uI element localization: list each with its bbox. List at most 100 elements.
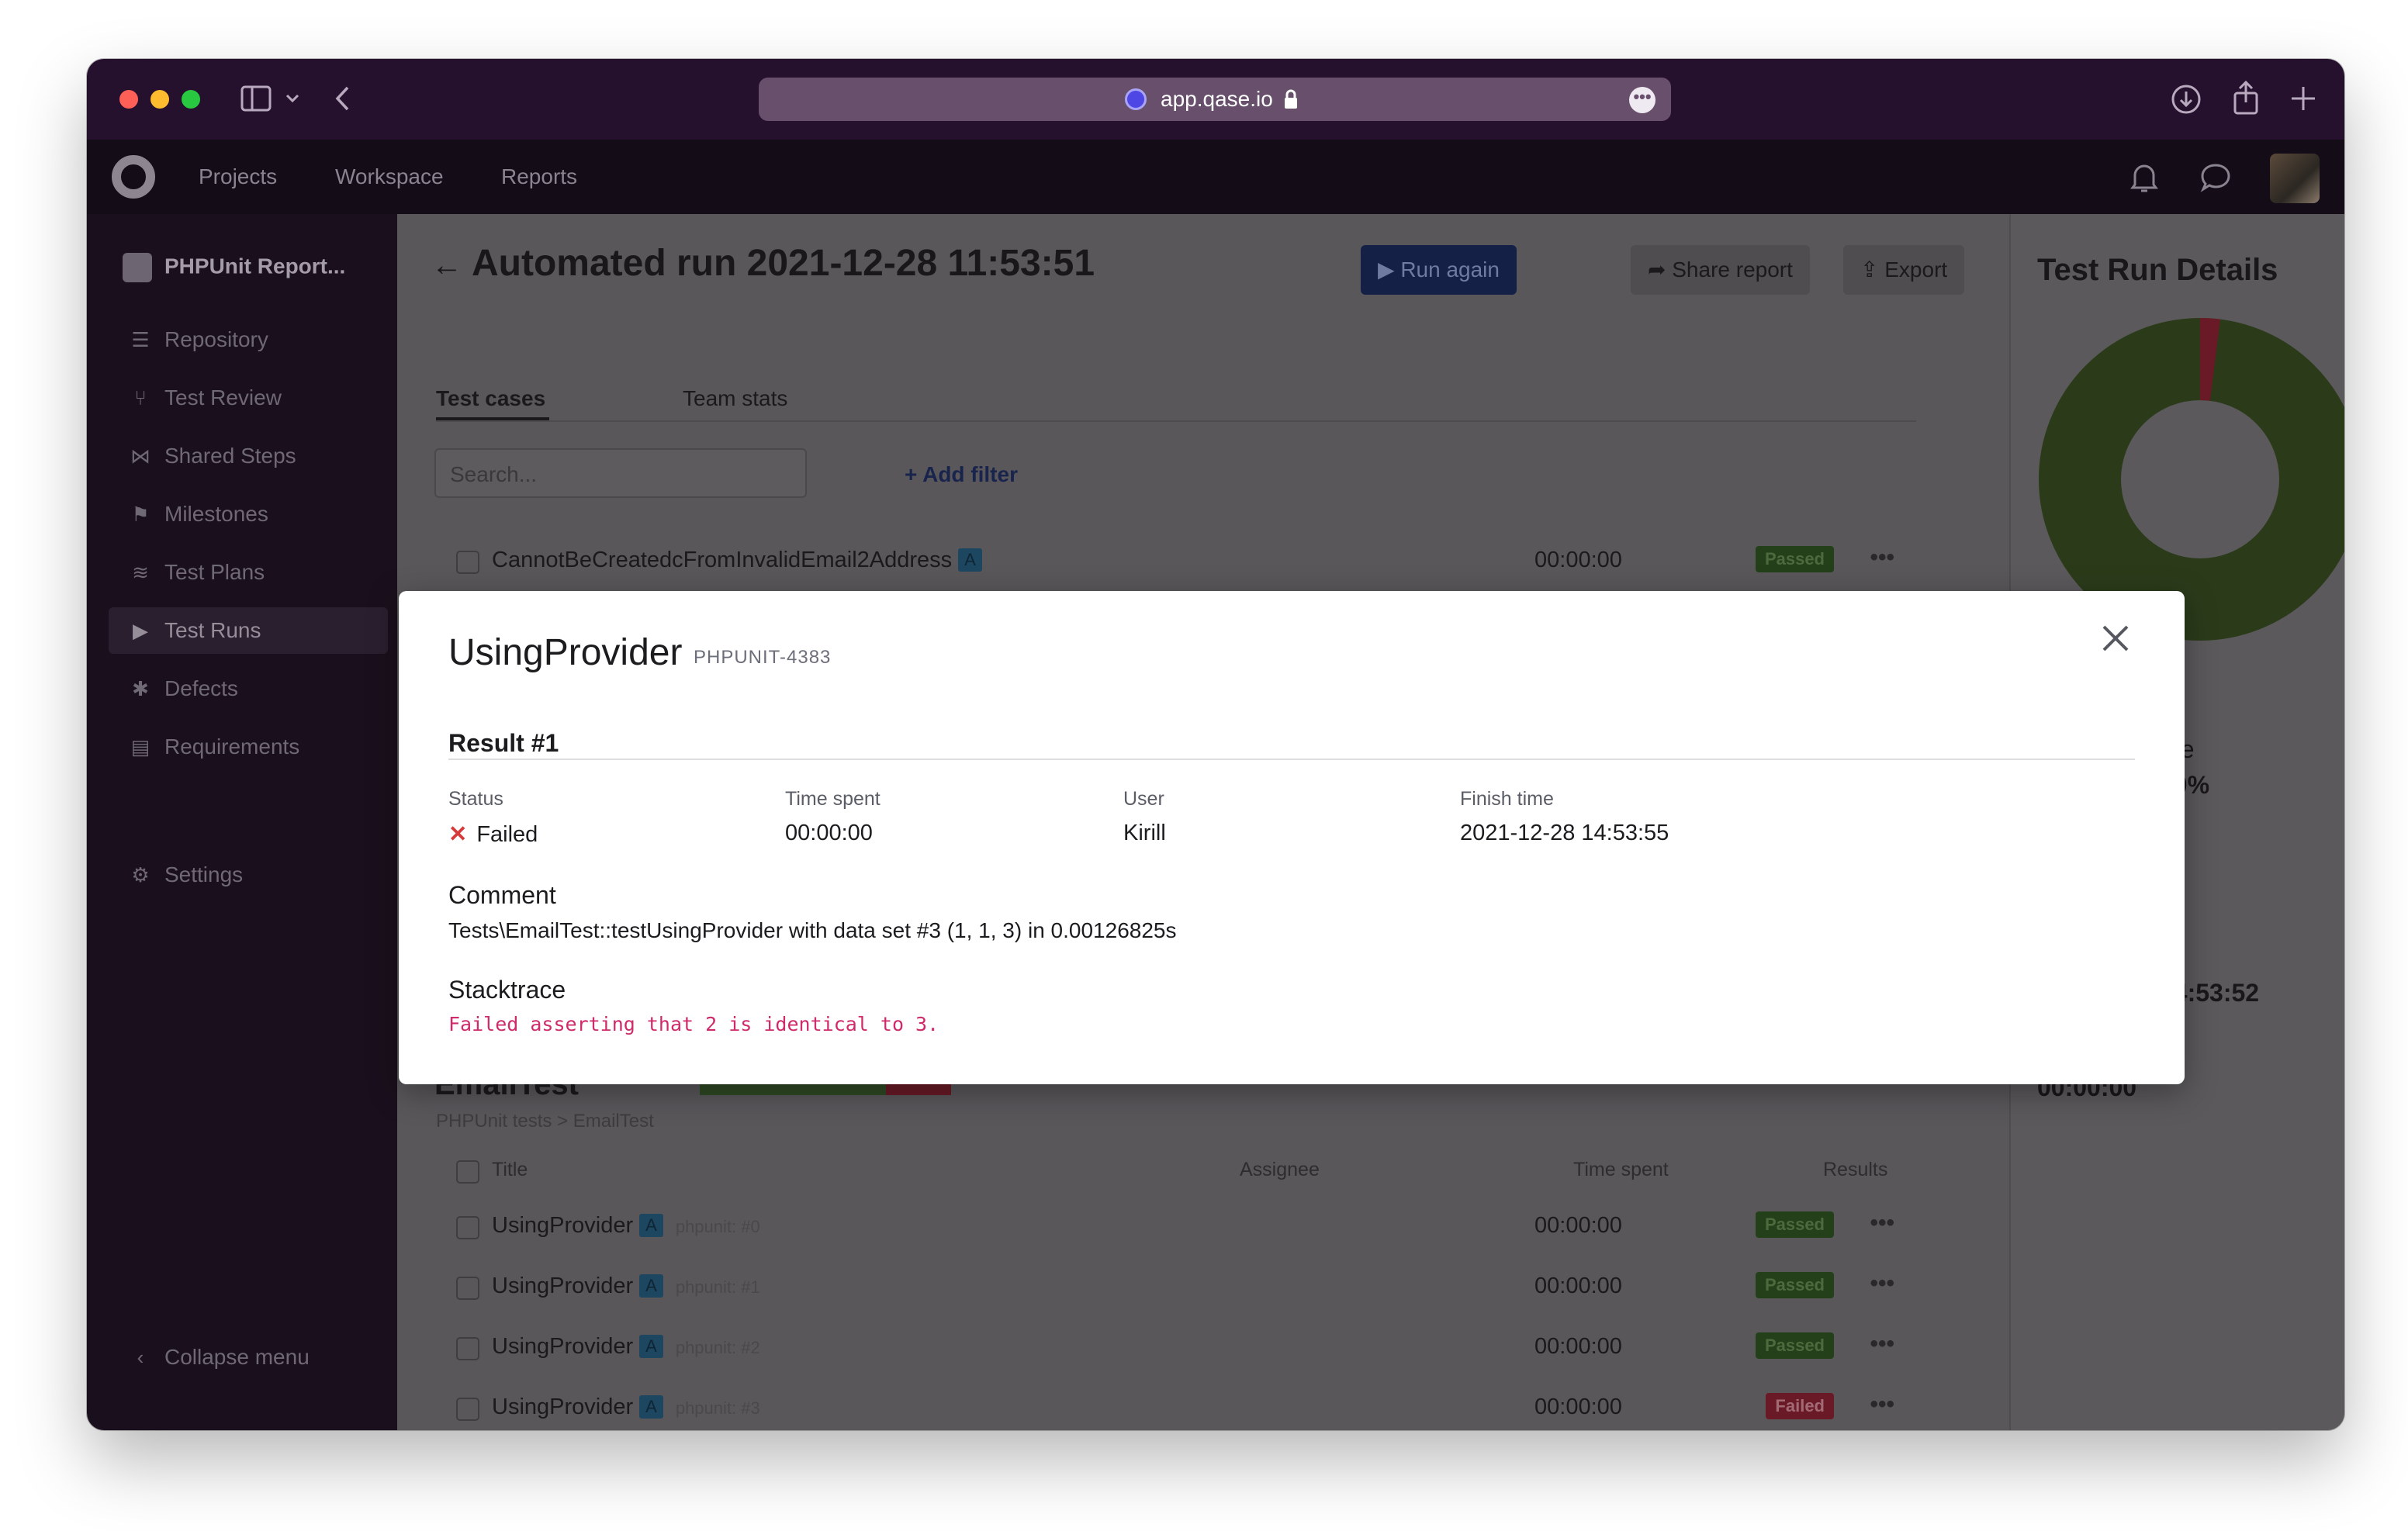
chat-icon[interactable] bbox=[2200, 163, 2231, 192]
status-badge: Passed bbox=[1755, 1332, 1834, 1359]
row-checkbox[interactable] bbox=[456, 1337, 479, 1360]
qase-logo[interactable] bbox=[112, 155, 155, 199]
search-placeholder: Search... bbox=[450, 462, 538, 486]
bug-icon: ✱ bbox=[132, 677, 149, 700]
collapse-menu-label: Collapse menu bbox=[164, 1345, 310, 1369]
share-report-button[interactable]: ➦ Share report bbox=[1631, 245, 1810, 295]
site-icon bbox=[1125, 88, 1147, 110]
row-checkbox[interactable] bbox=[456, 1398, 479, 1421]
select-all-checkbox[interactable] bbox=[456, 1160, 479, 1184]
table-row[interactable]: UsingProvider Aphpunit: #0 00:00:00 Passe… bbox=[436, 1199, 1925, 1260]
nav-workspace[interactable]: Workspace bbox=[335, 164, 444, 189]
row-menu-icon[interactable]: ••• bbox=[1870, 1210, 1894, 1236]
row-title[interactable]: CannotBeCreatedcFromInvalidEmail2Address… bbox=[492, 548, 982, 573]
more-icon[interactable]: ••• bbox=[1629, 87, 1656, 113]
sidebar-item-milestones[interactable]: ⚑ Milestones bbox=[109, 491, 388, 537]
chevron-down-icon[interactable] bbox=[285, 93, 299, 104]
bell-icon[interactable] bbox=[2130, 161, 2158, 192]
sidebar-item-shared-steps[interactable]: ⋈ Shared Steps bbox=[109, 433, 388, 479]
sidebar-item-test-runs[interactable]: ▶ Test Runs bbox=[109, 607, 388, 654]
row-subtitle: phpunit: #0 bbox=[675, 1217, 760, 1236]
project-selector[interactable]: PHPUnit Report... bbox=[123, 253, 345, 282]
sidebar-item-label: Test Review bbox=[164, 385, 282, 410]
branch-icon: ⑂ bbox=[134, 386, 147, 410]
row-menu-icon[interactable]: ••• bbox=[1870, 1270, 1894, 1297]
automation-badge: A bbox=[639, 1395, 663, 1419]
row-checkbox[interactable] bbox=[456, 1216, 479, 1239]
user-label: User bbox=[1123, 788, 1164, 810]
sidebar-item-settings[interactable]: ⚙ Settings bbox=[109, 852, 388, 898]
row-title[interactable]: UsingProvider Aphpunit: #1 bbox=[492, 1274, 760, 1299]
sidebar-item-test-plans[interactable]: ≋ Test Plans bbox=[109, 549, 388, 596]
row-checkbox[interactable] bbox=[456, 1277, 479, 1300]
app-top-nav: Projects Workspace Reports bbox=[87, 140, 2344, 214]
row-menu-icon[interactable]: ••• bbox=[1870, 1391, 1894, 1418]
collapse-menu-button[interactable]: ‹ Collapse menu bbox=[109, 1334, 388, 1381]
sidebar-item-label: Repository bbox=[164, 327, 268, 351]
row-title[interactable]: UsingProvider Aphpunit: #2 bbox=[492, 1334, 760, 1360]
nav-projects[interactable]: Projects bbox=[199, 164, 277, 189]
table-row[interactable]: UsingProvider Aphpunit: #1 00:00:00 Passe… bbox=[436, 1260, 1925, 1320]
row-time: 00:00:00 bbox=[1534, 1274, 1622, 1298]
close-icon[interactable] bbox=[2096, 619, 2135, 658]
table-row[interactable]: CannotBeCreatedcFromInvalidEmail2Address… bbox=[436, 534, 1925, 594]
close-window-button[interactable] bbox=[119, 90, 138, 109]
export-button[interactable]: ⇪ Export bbox=[1843, 245, 1965, 295]
sidebar-item-requirements[interactable]: ▤ Requirements bbox=[109, 724, 388, 770]
project-name: PHPUnit Report... bbox=[164, 254, 346, 278]
column-results: Results bbox=[1823, 1159, 1888, 1180]
comment-text: Tests\EmailTest::testUsingProvider with … bbox=[448, 918, 1177, 942]
new-tab-icon[interactable] bbox=[2290, 85, 2316, 112]
sidebar-item-test-review[interactable]: ⑂ Test Review bbox=[109, 375, 388, 421]
row-title[interactable]: UsingProvider Aphpunit: #0 bbox=[492, 1213, 760, 1239]
status-badge: Passed bbox=[1755, 1211, 1834, 1238]
flag-icon: ⚑ bbox=[131, 503, 150, 526]
tab-test-cases[interactable]: Test cases bbox=[436, 386, 545, 411]
case-id: PHPUNIT-4383 bbox=[694, 647, 832, 668]
nav-reports[interactable]: Reports bbox=[501, 164, 577, 189]
minimize-window-button[interactable] bbox=[150, 90, 169, 109]
modal-title: UsingProvider bbox=[448, 632, 683, 673]
share-nodes-icon: ⋈ bbox=[130, 444, 150, 468]
status-label: Status bbox=[448, 788, 503, 810]
time-spent-value: 00:00:00 bbox=[785, 821, 873, 845]
share-icon[interactable] bbox=[2233, 81, 2259, 115]
table-row[interactable]: UsingProvider Aphpunit: #2 00:00:00 Passe… bbox=[436, 1320, 1925, 1381]
row-menu-icon[interactable]: ••• bbox=[1870, 1331, 1894, 1357]
row-menu-icon[interactable]: ••• bbox=[1870, 544, 1894, 571]
row-title[interactable]: UsingProvider Aphpunit: #3 bbox=[492, 1394, 760, 1420]
status-value: ✕ Failed bbox=[448, 821, 538, 848]
tab-team-stats[interactable]: Team stats bbox=[683, 386, 787, 411]
tabs-divider bbox=[436, 420, 1916, 422]
share-report-label: Share report bbox=[1672, 257, 1793, 282]
automation-badge: A bbox=[639, 1214, 663, 1237]
run-again-button[interactable]: ▶ Run again bbox=[1361, 245, 1517, 295]
sidebar-item-defects[interactable]: ✱ Defects bbox=[109, 665, 388, 712]
back-arrow-icon[interactable]: ← bbox=[431, 248, 462, 283]
download-icon[interactable] bbox=[2171, 84, 2202, 115]
table-row[interactable]: UsingProvider Aphpunit: #3 00:00:00 Faile… bbox=[436, 1381, 1925, 1430]
browser-toolbar: app.qase.io ••• bbox=[87, 59, 2344, 140]
row-subtitle: phpunit: #3 bbox=[675, 1398, 760, 1418]
search-input[interactable]: Search... bbox=[434, 448, 807, 498]
column-assignee: Assignee bbox=[1240, 1159, 1320, 1180]
result-modal: UsingProvider PHPUNIT-4383 Result #1 Sta… bbox=[399, 591, 2185, 1084]
breadcrumb: PHPUnit tests > EmailTest bbox=[436, 1111, 654, 1132]
sidebar-item-label: Requirements bbox=[164, 734, 300, 759]
stacktrace-text: Failed asserting that 2 is identical to … bbox=[448, 1013, 939, 1035]
row-checkbox[interactable] bbox=[456, 551, 479, 574]
sidebar-toggle-icon[interactable] bbox=[240, 85, 272, 112]
back-icon[interactable] bbox=[334, 85, 351, 112]
avatar[interactable] bbox=[2270, 154, 2320, 203]
address-bar[interactable]: app.qase.io ••• bbox=[759, 78, 1671, 121]
lock-icon bbox=[1285, 89, 1297, 109]
play-icon: ▶ bbox=[1378, 257, 1401, 282]
add-filter-button[interactable]: + Add filter bbox=[905, 462, 1018, 487]
finish-time-label: Finish time bbox=[1460, 788, 1554, 810]
row-title-text: UsingProvider bbox=[492, 1394, 634, 1419]
maximize-window-button[interactable] bbox=[182, 90, 200, 109]
sidebar-item-repository[interactable]: ☰ Repository bbox=[109, 316, 388, 363]
column-time-spent: Time spent bbox=[1573, 1159, 1669, 1180]
active-tab-indicator bbox=[436, 417, 549, 420]
sidebar-item-label: Test Runs bbox=[164, 618, 261, 642]
